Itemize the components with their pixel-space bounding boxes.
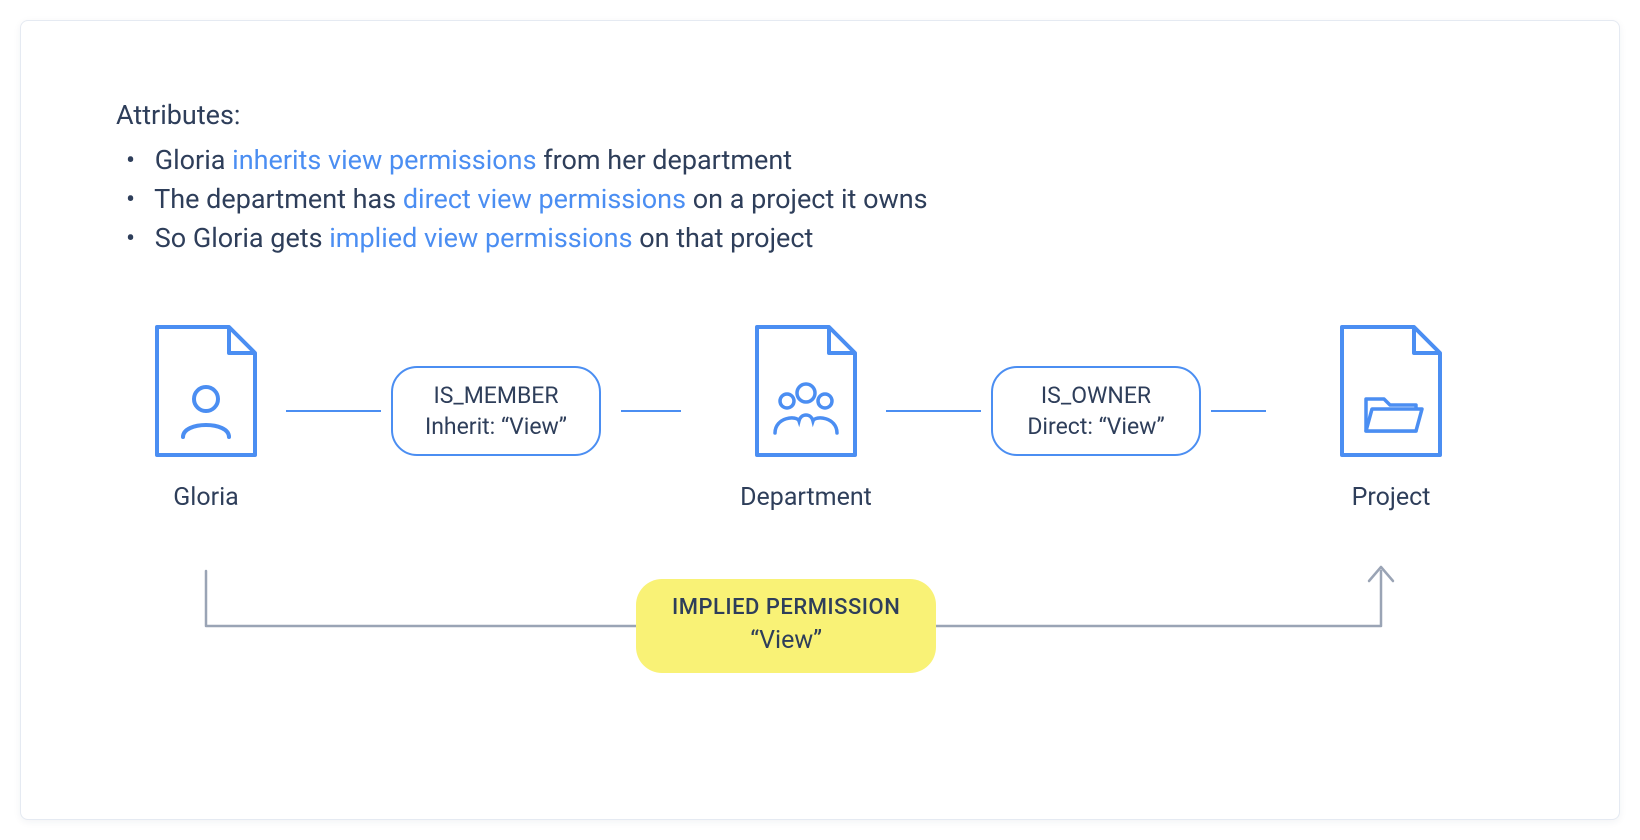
text-post: from her department	[537, 144, 793, 176]
attributes-item: The department has direct view permissio…	[148, 180, 1316, 219]
implied-title: IMPLIED PERMISSION	[672, 595, 900, 620]
text-pre: The department has	[154, 183, 403, 215]
implied-connector	[116, 321, 1516, 751]
attributes-list: Gloria inherits view permissions from he…	[116, 141, 1316, 258]
attributes-title: Attributes:	[116, 96, 1316, 135]
attributes-block: Attributes: Gloria inherits view permiss…	[116, 96, 1316, 259]
text-post: on a project it owns	[686, 183, 928, 215]
text-highlight: implied view permissions	[329, 222, 632, 254]
implied-permission-badge: IMPLIED PERMISSION “View”	[636, 579, 936, 673]
attributes-item: Gloria inherits view permissions from he…	[148, 141, 1316, 180]
text-highlight: inherits view permissions	[232, 144, 536, 176]
text-highlight: direct view permissions	[403, 183, 686, 215]
diagram-card: Attributes: Gloria inherits view permiss…	[20, 20, 1620, 820]
attributes-item: So Gloria gets implied view permissions …	[148, 219, 1316, 258]
text-post: on that project	[633, 222, 814, 254]
text-pre: So Gloria gets	[155, 222, 330, 254]
permission-diagram: Gloria IS_MEMBER Inherit: “View” Departm…	[116, 321, 1516, 751]
text-pre: Gloria	[155, 144, 232, 176]
implied-value: “View”	[672, 626, 900, 655]
